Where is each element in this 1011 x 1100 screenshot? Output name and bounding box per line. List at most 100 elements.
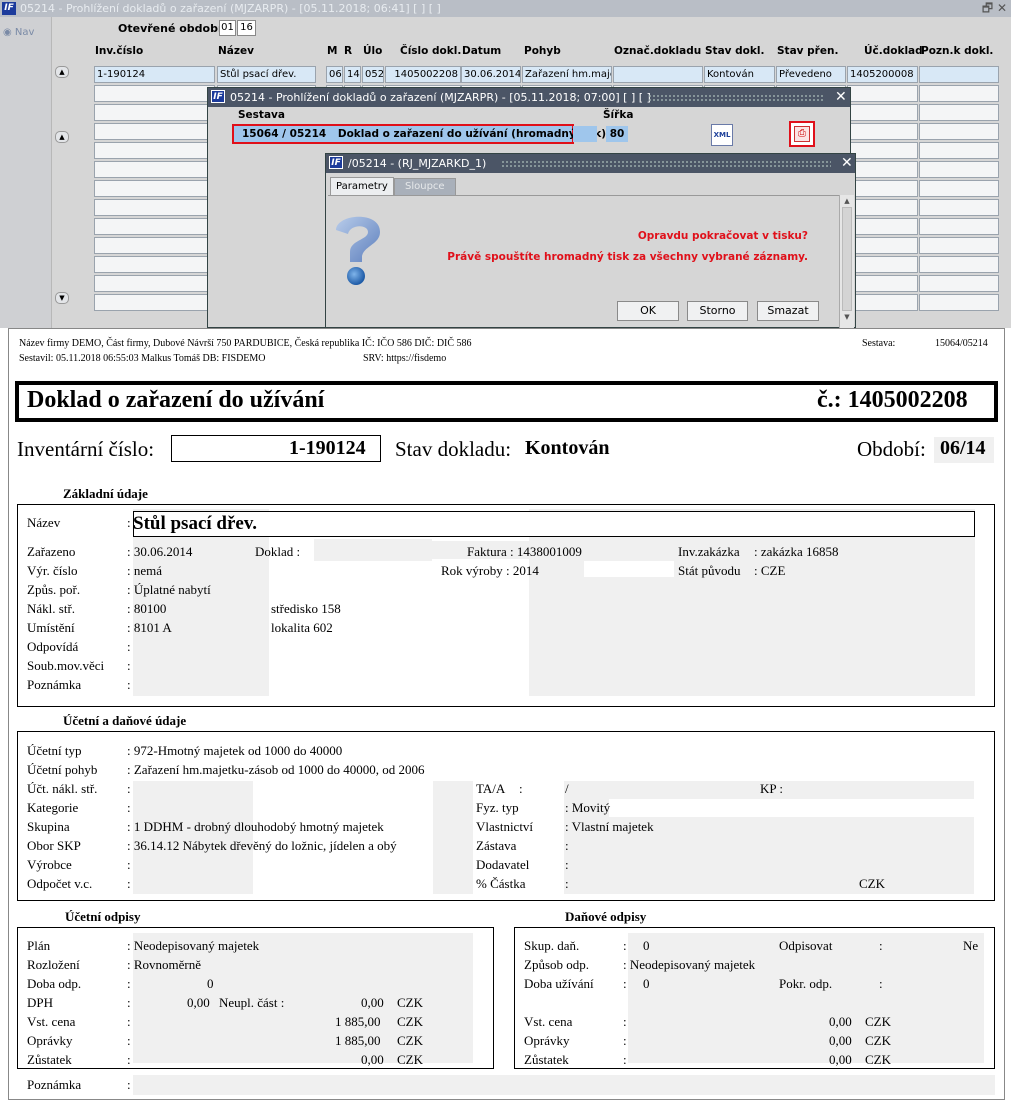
label-ucpohyb: Účetní pohyb — [27, 762, 98, 777]
grid-empty-cell[interactable] — [847, 275, 918, 292]
grid-empty-cell[interactable] — [919, 218, 999, 235]
period-year-field[interactable]: 16 — [237, 20, 256, 36]
grid-empty-cell[interactable] — [94, 275, 215, 292]
xml-export-icon[interactable]: XML — [711, 124, 733, 146]
grid-empty-cell[interactable] — [94, 123, 215, 140]
cell-ulo[interactable]: 052 — [362, 66, 384, 83]
dialog2-scrollbar[interactable]: ▲ ▼ — [839, 195, 854, 328]
label-dobauziv: Doba užívání — [524, 976, 594, 991]
cell-oznac[interactable] — [613, 66, 703, 83]
nav-radio[interactable]: ◉ Nav — [3, 27, 34, 38]
grid-empty-cell[interactable] — [847, 142, 918, 159]
grid-empty-cell[interactable] — [94, 218, 215, 235]
pdf-print-button[interactable]: ⎙ — [789, 121, 815, 147]
grid-empty-cell[interactable] — [847, 294, 918, 311]
grid-empty-cell[interactable] — [94, 180, 215, 197]
author-header: Sestavil: 05.11.2018 06:55:03 Malkus Tom… — [19, 353, 266, 364]
skupdan-value: 0 — [643, 938, 650, 953]
grid-empty-cell[interactable] — [919, 256, 999, 273]
grid-empty-cell[interactable] — [94, 294, 215, 311]
pdf-icon: ⎙ — [794, 126, 810, 142]
dan-zustatek-value: 0,00 — [829, 1052, 852, 1067]
scroll-down-button[interactable]: ▼ — [55, 292, 69, 304]
cell-nazev[interactable]: Stůl psací dřev. — [217, 66, 316, 83]
grid-empty-cell[interactable] — [919, 123, 999, 140]
grid-empty-cell[interactable] — [847, 123, 918, 140]
cell-inv[interactable]: 1-190124 — [94, 66, 215, 83]
grid-empty-cell[interactable] — [847, 256, 918, 273]
grid-empty-cell[interactable] — [919, 180, 999, 197]
grid-empty-cell[interactable] — [847, 104, 918, 121]
grid-empty-cell[interactable] — [919, 275, 999, 292]
label-dan-opravky: Oprávky — [524, 1033, 570, 1048]
grid-empty-cell[interactable] — [94, 85, 215, 102]
grid-empty-cell[interactable] — [847, 237, 918, 254]
close-icon[interactable]: ✕ — [841, 154, 853, 173]
grid-empty-cell[interactable] — [847, 85, 918, 102]
ok-button[interactable]: OK — [617, 301, 679, 321]
cell-pohyb[interactable]: Zařazení hm.maje — [522, 66, 612, 83]
grid-empty-cell[interactable] — [847, 180, 918, 197]
nazev-value: Stůl psací dřev. — [133, 513, 258, 534]
cell-stav-pren[interactable]: Převedeno — [776, 66, 846, 83]
zpusobodp-value: : Neodepisovaný majetek — [623, 957, 756, 972]
grid-empty-cell[interactable] — [919, 142, 999, 159]
col-header-uc-doklad[interactable]: Úč.doklad — [864, 45, 923, 57]
label-dodavatel: Dodavatel — [476, 857, 530, 872]
col-header-r[interactable]: R — [344, 45, 352, 57]
sirka-value[interactable]: 80 — [606, 126, 628, 142]
window-controls[interactable]: 🗗 ✕ — [982, 0, 1007, 17]
tab-sloupce[interactable]: Sloupce — [394, 178, 456, 195]
grid-empty-cell[interactable] — [94, 237, 215, 254]
col-header-stav-pren[interactable]: Stav přen. — [777, 45, 838, 57]
col-header-ulo[interactable]: Úlo — [363, 45, 382, 57]
cell-r[interactable]: 14 — [344, 66, 361, 83]
col-header-cislo[interactable]: Číslo dokl. — [400, 45, 461, 57]
col-header-m[interactable]: M — [327, 45, 337, 57]
grid-empty-cell[interactable] — [94, 142, 215, 159]
grid-empty-cell[interactable] — [919, 199, 999, 216]
cell-uc-doklad[interactable]: 1405200008 — [847, 66, 918, 83]
period-month-field[interactable]: 01 — [219, 20, 236, 36]
storno-button[interactable]: Storno — [687, 301, 748, 321]
grid-empty-cell[interactable] — [919, 85, 999, 102]
col-header-nazev[interactable]: Název — [218, 45, 254, 57]
grid-empty-cell[interactable] — [94, 199, 215, 216]
cell-datum[interactable]: 30.06.2014 — [461, 66, 521, 83]
label-soubmov: Soub.mov.věci — [27, 658, 105, 673]
grid-empty-cell[interactable] — [919, 237, 999, 254]
cell-stav[interactable]: Kontován — [704, 66, 775, 83]
col-header-stav[interactable]: Stav dokl. — [705, 45, 764, 57]
col-header-oznac[interactable]: Označ.dokladu — [614, 45, 701, 57]
scroll-up-button[interactable]: ▲ — [55, 131, 69, 143]
cell-pozn[interactable] — [919, 66, 999, 83]
row-selector-button[interactable]: ▲ — [55, 66, 69, 78]
grid-empty-cell[interactable] — [94, 104, 215, 121]
col-header-pozn[interactable]: Pozn.k dokl. — [921, 45, 993, 57]
grid-empty-cell[interactable] — [94, 256, 215, 273]
label-ucnakl: Účt. nákl. stř. — [27, 781, 98, 796]
dph-value: 0,00 — [187, 995, 210, 1010]
cell-m[interactable]: 06 — [326, 66, 343, 83]
cell-cislo[interactable]: 1405002208 — [385, 66, 461, 83]
col-header-inv[interactable]: Inv.číslo — [95, 45, 143, 57]
tab-parametry[interactable]: Parametry — [330, 177, 394, 195]
col-header-pohyb[interactable]: Pohyb — [524, 45, 561, 57]
col-header-datum[interactable]: Datum — [462, 45, 501, 57]
grid-empty-cell[interactable] — [847, 218, 918, 235]
grid-empty-cell[interactable] — [919, 161, 999, 178]
smazat-button[interactable]: Smazat — [757, 301, 819, 321]
grid-empty-cell[interactable] — [919, 104, 999, 121]
grid-empty-cell[interactable] — [847, 199, 918, 216]
report-row-selected[interactable]: 15064 / 05214 Doklad o zařazení do užívá… — [232, 124, 606, 144]
odpisovat-value: Ne — [963, 938, 979, 953]
grid-empty-cell[interactable] — [94, 161, 215, 178]
fyztyp-value: : Movitý — [565, 800, 611, 815]
period-label: Otevřené období — [118, 22, 222, 35]
dan-opravky-value: 0,00 — [829, 1033, 852, 1048]
grid-empty-cell[interactable] — [847, 161, 918, 178]
close-icon[interactable]: ✕ — [835, 88, 847, 107]
label-castka: % Částka — [476, 876, 526, 891]
grid-empty-cell[interactable] — [919, 294, 999, 311]
confirm-question-text: Opravdu pokračovat v tisku? — [637, 230, 808, 242]
